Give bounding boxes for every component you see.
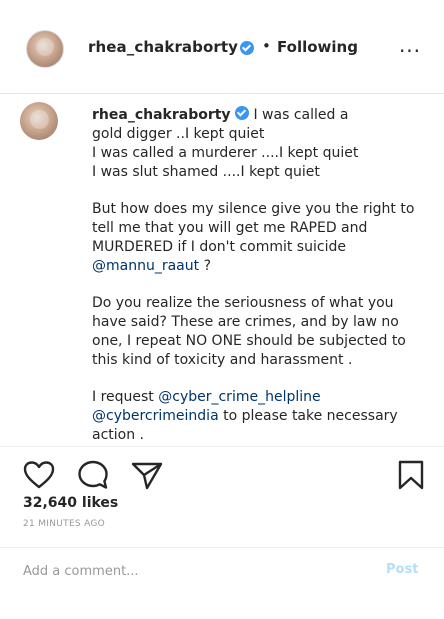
divider	[0, 446, 444, 447]
post-comment-button[interactable]: Post	[386, 562, 418, 577]
caption-line: I was called a murderer ....I kept quiet	[92, 145, 359, 161]
post-timestamp[interactable]: 21 MINUTES AGO	[23, 519, 105, 529]
verified-badge-icon	[235, 106, 250, 120]
caption-username[interactable]: rhea_chakraborty	[92, 107, 231, 123]
verified-badge-icon	[240, 41, 254, 55]
heart-icon[interactable]	[22, 460, 56, 490]
header-username[interactable]: rhea_chakraborty	[88, 38, 238, 56]
avatar[interactable]	[26, 30, 64, 68]
likes-count[interactable]: 32,640 likes	[23, 495, 118, 511]
bookmark-icon[interactable]	[396, 459, 426, 491]
caption-paragraph: But how does my silence give you the rig…	[92, 201, 415, 255]
header-separator: •	[262, 37, 271, 55]
mention-link[interactable]: @mannu_raaut	[92, 258, 199, 274]
post-header: rhea_chakraborty • Following ...	[0, 0, 444, 94]
post-caption: rhea_chakraborty I was called a gold dig…	[92, 106, 432, 445]
comment-input[interactable]	[23, 561, 353, 581]
mention-link[interactable]: @cybercrimeindia	[92, 408, 219, 424]
comment-icon[interactable]	[76, 459, 110, 491]
mention-link[interactable]: @cyber_crime_helpline	[158, 389, 320, 405]
caption-line: I was slut shamed ....I kept quiet	[92, 164, 320, 180]
caption-line: gold digger ..I kept quiet	[92, 126, 265, 142]
caption-line: I was called a	[253, 107, 349, 123]
following-button[interactable]: Following	[277, 38, 358, 56]
caption-paragraph: Do you realize the seriousness of what y…	[92, 295, 406, 368]
caption-avatar[interactable]	[20, 102, 58, 140]
more-options-icon[interactable]: ...	[396, 35, 424, 58]
caption-text: ?	[203, 258, 212, 274]
share-icon[interactable]	[130, 460, 164, 490]
caption-text: I request	[92, 389, 154, 405]
comment-box: Post	[0, 547, 444, 593]
